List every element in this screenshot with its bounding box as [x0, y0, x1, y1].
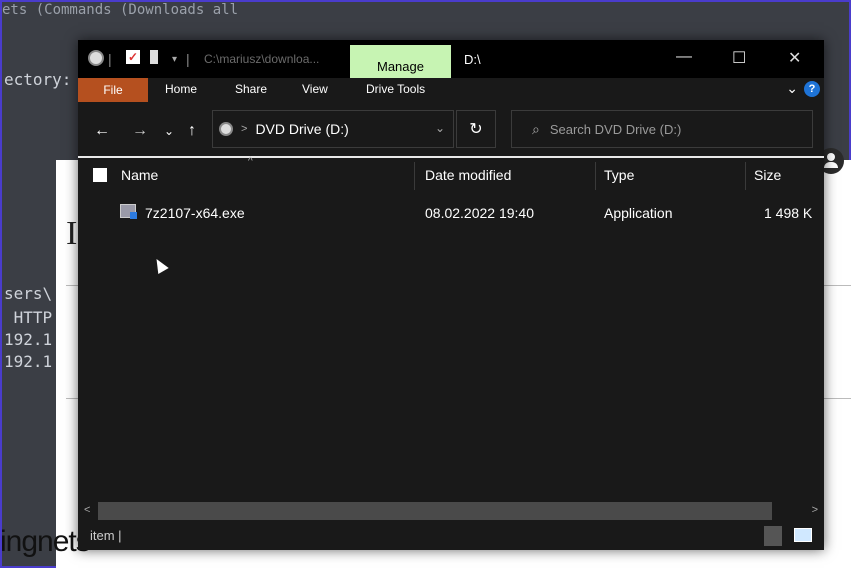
terminal-top-line: ets (Commands (Downloads all [2, 2, 239, 16]
title-bar[interactable]: | ✓ ▾ | C:\mariusz\downloa... Manage D:\… [78, 40, 824, 78]
qa-separator: | [108, 51, 112, 67]
search-input[interactable]: ⌕ Search DVD Drive (D:) [511, 110, 813, 148]
refresh-button[interactable]: ↻ [456, 110, 496, 148]
file-explorer-window: | ✓ ▾ | C:\mariusz\downloa... Manage D:\… [78, 40, 824, 550]
qa-separator: | [186, 51, 190, 67]
search-icon: ⌕ [532, 120, 540, 137]
sort-ascending-icon: ^ [248, 156, 253, 167]
status-text: item | [90, 528, 122, 543]
page-heading-fragment: I [66, 215, 78, 252]
column-header-row: ^ Name Date modified Type Size [78, 156, 824, 190]
search-placeholder: Search DVD Drive (D:) [549, 121, 682, 137]
ribbon-tabs: File Home Share View Drive Tools ⌄ ? [78, 78, 824, 102]
tab-view[interactable]: View [302, 82, 328, 96]
chevron-down-icon[interactable]: ⌄ [435, 121, 445, 135]
ribbon-controls: ⌄ ? [786, 80, 820, 97]
forward-button[interactable]: → [132, 122, 148, 140]
expand-ribbon-icon[interactable]: ⌄ [786, 80, 798, 97]
dvd-drive-icon [219, 122, 233, 136]
terminal-line: ectory: [4, 70, 72, 89]
column-header-type[interactable]: Type [604, 167, 634, 183]
horizontal-scrollbar[interactable]: < > [78, 502, 824, 520]
tab-share[interactable]: Share [235, 82, 267, 96]
tab-drive-tools[interactable]: Drive Tools [366, 82, 425, 96]
close-button[interactable]: ✕ [788, 48, 801, 68]
recent-locations-button[interactable]: ⌄ [164, 124, 174, 138]
file-date: 08.02.2022 19:40 [425, 205, 534, 221]
tab-file[interactable]: File [78, 78, 148, 102]
column-header-name[interactable]: Name [121, 167, 158, 183]
details-view-icon[interactable] [764, 526, 782, 546]
address-bar[interactable]: > DVD Drive (D:) ⌄ [212, 110, 454, 148]
column-separator[interactable] [595, 162, 596, 190]
new-folder-icon[interactable] [150, 50, 158, 64]
maximize-button[interactable]: ☐ [732, 48, 746, 68]
application-icon [120, 204, 137, 219]
background-text: ingnets [0, 525, 91, 558]
column-separator[interactable] [745, 162, 746, 190]
column-header-date[interactable]: Date modified [425, 167, 511, 183]
divider [78, 156, 824, 158]
tab-home[interactable]: Home [165, 82, 197, 96]
navigation-bar: ← → ⌄ ↑ > DVD Drive (D:) ⌄ ↻ ⌕ Search DV… [78, 102, 824, 156]
terminal-line: sers\ [4, 284, 53, 303]
terminal-line: 192.1 [4, 330, 53, 349]
customize-toolbar-icon[interactable]: ▾ [172, 50, 177, 68]
file-type: Application [604, 205, 673, 221]
breadcrumb[interactable]: DVD Drive (D:) [255, 121, 348, 137]
column-header-size[interactable]: Size [754, 167, 781, 183]
terminal-line: HTTP [4, 308, 53, 327]
mouse-cursor-icon [151, 255, 169, 275]
file-size: 1 498 K [764, 205, 813, 221]
tab-manage[interactable]: Manage [350, 45, 451, 78]
up-button[interactable]: ↑ [188, 122, 196, 140]
file-name[interactable]: 7z2107-x64.exe [145, 205, 245, 221]
help-icon[interactable]: ? [804, 80, 820, 97]
column-separator[interactable] [414, 162, 415, 190]
scroll-right-icon[interactable]: > [812, 504, 818, 516]
window-title: D:\ [464, 52, 481, 67]
status-bar: item | [78, 522, 824, 550]
large-icons-view-icon[interactable] [794, 528, 812, 542]
breadcrumb-separator: > [241, 123, 248, 135]
scroll-left-icon[interactable]: < [84, 504, 90, 516]
scrollbar-thumb[interactable] [98, 502, 772, 520]
minimize-button[interactable]: — [676, 48, 692, 66]
terminal-line: 192.1 [4, 352, 53, 371]
window-path-title: C:\mariusz\downloa... [204, 52, 320, 66]
select-all-checkbox[interactable] [93, 168, 107, 182]
back-button[interactable]: ← [94, 122, 110, 140]
properties-icon[interactable]: ✓ [126, 50, 140, 64]
table-row[interactable]: 7z2107-x64.exe 08.02.2022 19:40 Applicat… [78, 200, 824, 224]
dvd-drive-icon[interactable] [88, 50, 104, 66]
